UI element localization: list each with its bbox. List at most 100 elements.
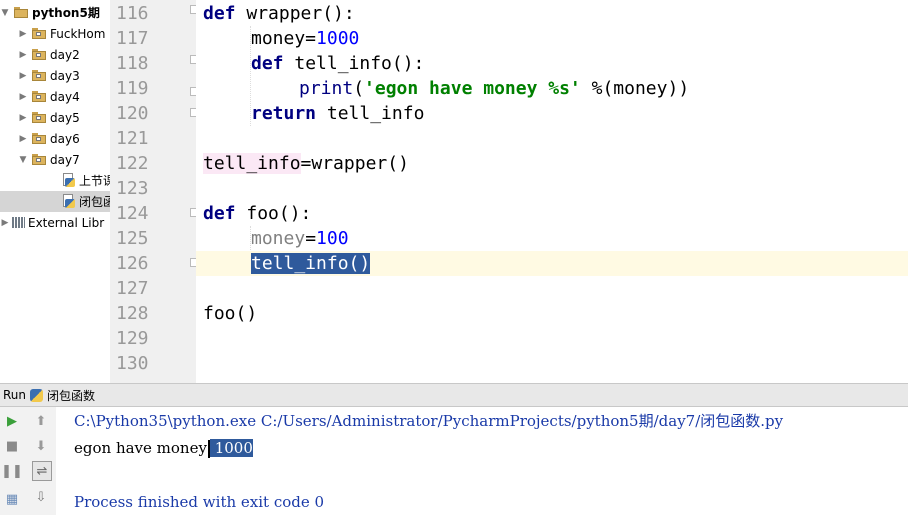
line-number: 121 [116, 128, 149, 149]
tree-file-label: 闭包函 [79, 195, 110, 209]
line-number: 126 [116, 253, 149, 274]
rerun-icon[interactable]: ▶ [3, 412, 21, 430]
code-line: def wrapper(): [196, 1, 908, 26]
code-editor[interactable]: def wrapper(): money=1000 def tell_info(… [196, 0, 908, 383]
tree-folder[interactable]: ▶ FuckHom [0, 23, 110, 44]
code-token: 100 [316, 228, 349, 249]
package-folder-icon [32, 49, 46, 60]
tree-folder-label: day3 [50, 68, 80, 83]
run-label: Run [3, 388, 27, 402]
run-toolbar: ▶ ⬆ ■ ⬇ ❚❚ ⇌ ▦ ⇩ [0, 407, 57, 515]
tree-folder-label: day7 [50, 152, 80, 167]
console-exit-line: Process finished with exit code 0 [74, 493, 325, 511]
soft-wrap-icon[interactable]: ⇌ [32, 461, 52, 481]
line-number: 117 [116, 28, 149, 49]
tree-folder-label: day5 [50, 110, 80, 125]
code-token: return [251, 103, 317, 124]
python-run-config-icon [30, 388, 44, 402]
line-number: 129 [116, 328, 149, 349]
package-folder-icon [32, 154, 46, 165]
package-folder-icon [32, 91, 46, 102]
line-number: 125 [116, 228, 149, 249]
current-code-line: tell_info() [196, 251, 908, 276]
tree-folder[interactable]: ▶ day3 [0, 65, 110, 86]
line-number: 119 [116, 78, 149, 99]
layout-icon[interactable]: ▦ [3, 490, 21, 508]
collapse-arrow-icon[interactable]: ▶ [18, 113, 28, 123]
down-arrow-icon[interactable]: ⬇ [32, 437, 50, 455]
tree-root-label: python5期 [32, 6, 100, 20]
tree-folder[interactable]: ▶ day6 [0, 128, 110, 149]
code-token: tell_info(): [283, 53, 425, 74]
code-line: tell_info=wrapper() [196, 151, 908, 176]
code-token: =wrapper() [300, 153, 409, 174]
tree-folder[interactable]: ▼ day7 [0, 149, 110, 170]
run-tab-label[interactable]: 闭包函数 [47, 387, 95, 404]
tree-folder[interactable]: ▶ day5 [0, 107, 110, 128]
library-icon [12, 217, 25, 228]
code-token: foo() [203, 303, 258, 324]
code-token: ( [353, 78, 365, 99]
code-line: foo() [196, 301, 908, 326]
code-token: %(money)) [580, 78, 690, 99]
code-line: money=1000 [196, 26, 908, 51]
tree-folder-label: day4 [50, 89, 80, 104]
expand-arrow-icon[interactable]: ▼ [18, 155, 28, 165]
code-line: return tell_info [196, 101, 908, 126]
line-number: 130 [116, 353, 149, 374]
code-line: print('egon have money %s' %(money)) [196, 76, 908, 101]
code-line: def foo(): [196, 201, 908, 226]
line-number: 116 [116, 3, 149, 24]
code-token: wrapper(): [235, 3, 355, 24]
tree-file[interactable]: 上节课 [0, 170, 110, 191]
console-command-line: C:\Python35\python.exe C:/Users/Administ… [74, 412, 784, 430]
collapse-arrow-icon[interactable]: ▶ [18, 92, 28, 102]
package-folder-icon [32, 70, 46, 81]
line-number: 122 [116, 153, 149, 174]
tree-folder-label: FuckHom [50, 26, 106, 41]
pause-icon[interactable]: ❚❚ [1, 462, 23, 480]
tree-file-label: 上节课 [79, 174, 110, 188]
run-toolwindow-header: Run 闭包函数 [0, 383, 908, 407]
expand-arrow-icon[interactable]: ▼ [0, 8, 10, 18]
console-output-text: egon have money [74, 439, 207, 457]
code-token: def [251, 53, 284, 74]
code-line: def tell_info(): [196, 51, 908, 76]
tree-file-selected[interactable]: 闭包函 [0, 191, 110, 212]
package-folder-icon [32, 112, 46, 123]
tree-root[interactable]: ▼ python5期 [0, 2, 110, 23]
line-number: 123 [116, 178, 149, 199]
tree-folder[interactable]: ▶ day4 [0, 86, 110, 107]
line-number: 128 [116, 303, 149, 324]
collapse-arrow-icon[interactable]: ▶ [18, 29, 28, 39]
collapse-arrow-icon[interactable]: ▶ [0, 218, 10, 228]
collapse-arrow-icon[interactable]: ▶ [18, 71, 28, 81]
code-token: foo(): [235, 203, 312, 224]
tree-external-libraries[interactable]: ▶ External Libr [0, 212, 110, 233]
console-output-line: egon have money 1000 [74, 436, 253, 460]
python-file-icon [62, 173, 76, 188]
project-tree[interactable]: ▼ python5期 ▶ FuckHom ▶ day2 ▶ day3 ▶ day… [0, 0, 110, 383]
tree-folder-label: day6 [50, 131, 80, 146]
run-console[interactable]: C:\Python35\python.exe C:/Users/Administ… [56, 407, 908, 515]
tree-libs-label: External Libr [28, 215, 105, 230]
stop-icon[interactable]: ■ [3, 437, 21, 455]
tree-folder-label: day2 [50, 47, 80, 62]
code-token: def [203, 203, 236, 224]
code-token: money= [251, 28, 317, 49]
line-number: 127 [116, 278, 149, 299]
code-line: money=100 [196, 226, 908, 251]
tree-folder[interactable]: ▶ day2 [0, 44, 110, 65]
package-folder-icon [32, 133, 46, 144]
line-number: 118 [116, 53, 149, 74]
python-file-icon [62, 194, 76, 209]
scroll-to-end-icon[interactable]: ⇩ [32, 488, 50, 506]
collapse-arrow-icon[interactable]: ▶ [18, 50, 28, 60]
up-arrow-icon[interactable]: ⬆ [32, 412, 50, 430]
collapse-arrow-icon[interactable]: ▶ [18, 134, 28, 144]
code-token: 1000 [316, 28, 360, 49]
selected-text: tell_info() [251, 253, 371, 274]
package-folder-icon [32, 28, 46, 39]
code-token: tell_info [203, 153, 301, 174]
folder-icon [14, 7, 28, 18]
